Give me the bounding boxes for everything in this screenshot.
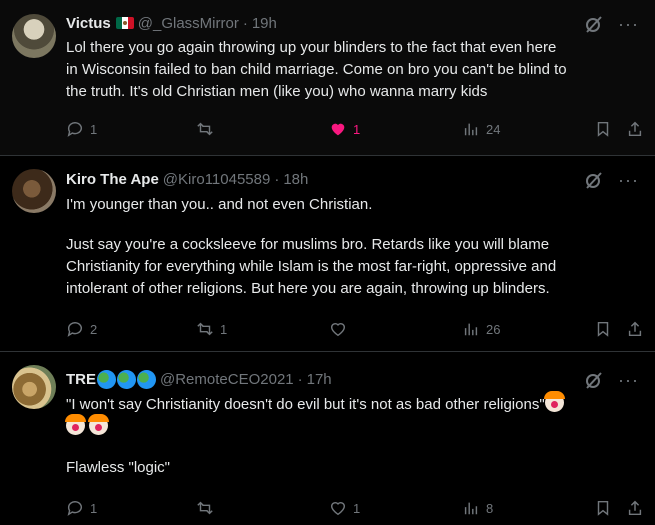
reply-button[interactable]: 1: [66, 120, 98, 138]
views-icon: [464, 502, 478, 515]
quote-text: "I won't say Christianity doesn't do evi…: [66, 396, 545, 413]
text-line: Lol there you go again throwing up your …: [66, 39, 557, 56]
tweet-actions: 1 1 8: [66, 499, 645, 519]
reply-icon: [67, 501, 82, 516]
like-button[interactable]: 1: [329, 120, 361, 138]
grok-icon[interactable]: [584, 14, 604, 34]
tweet-top-actions: ···: [584, 370, 639, 390]
bookmark-icon: [597, 321, 609, 337]
reply-button[interactable]: 2: [66, 320, 98, 338]
share-button[interactable]: [626, 320, 650, 338]
grok-icon[interactable]: [584, 370, 604, 390]
text-line: in Wisconsin failed to ban child marriag…: [66, 61, 567, 78]
tweet-header: TRE @RemoteCEO2021 · 17h: [66, 369, 332, 389]
reply-button[interactable]: 1: [66, 499, 98, 517]
mexico-flag-icon: [115, 17, 134, 29]
share-button[interactable]: [626, 499, 650, 517]
text-line: Flawless "logic": [66, 459, 171, 476]
tweet-top-actions: ···: [584, 14, 639, 34]
author-handle[interactable]: @Kiro11045589: [163, 171, 271, 188]
tweet-text: "I won't say Christianity doesn't do evi…: [65, 391, 641, 479]
views-button[interactable]: 24: [462, 120, 500, 138]
heart-filled-icon: [331, 123, 345, 136]
tweet-actions: 2 1 26: [66, 320, 645, 340]
views-button[interactable]: 8: [462, 499, 494, 517]
repost-icon: [197, 322, 213, 336]
views-icon: [464, 123, 478, 136]
text-line: Christianity for everything while Islam …: [66, 258, 557, 275]
reply-count: 2: [90, 321, 98, 337]
clown-emoji-icon: [543, 391, 565, 412]
globe-icon: [97, 369, 116, 389]
separator: ·: [242, 14, 248, 32]
author-name[interactable]: TRE: [66, 371, 96, 388]
tweet-actions: 1 1 24: [66, 120, 645, 140]
views-count: 8: [486, 500, 494, 516]
reply-count: 1: [90, 500, 98, 516]
avatar[interactable]: [12, 14, 56, 58]
tweet-text: I'm younger than you.. and not even Chri…: [66, 194, 641, 300]
emoji-line: [65, 414, 641, 439]
more-options-icon[interactable]: ···: [618, 15, 639, 33]
repost-button[interactable]: [196, 499, 228, 517]
heart-icon: [330, 502, 346, 516]
author-handle[interactable]: @RemoteCEO2021: [160, 371, 294, 388]
bookmark-icon: [597, 500, 609, 516]
like-count: 1: [353, 121, 361, 137]
like-count: 1: [353, 500, 361, 516]
bookmark-button[interactable]: [594, 320, 618, 338]
repost-icon: [197, 122, 213, 136]
reply-count: 1: [90, 121, 98, 137]
clown-emoji-icon: [88, 414, 110, 435]
bookmark-icon: [597, 121, 609, 137]
globe-icon: [117, 369, 136, 389]
heart-icon: [330, 323, 346, 337]
tweet-header: Victus @_GlassMirror · 19h: [66, 13, 277, 33]
repost-button[interactable]: [196, 120, 228, 138]
views-icon: [464, 323, 478, 336]
repost-icon: [197, 501, 213, 515]
globe-icon: [137, 369, 156, 389]
author-name[interactable]: Kiro The Ape: [66, 171, 159, 188]
views-button[interactable]: 26: [462, 320, 500, 338]
avatar[interactable]: [12, 365, 56, 409]
text-line: the truth. It's old Christian men (like …: [66, 83, 488, 100]
share-button[interactable]: [626, 120, 650, 138]
like-button[interactable]: [329, 320, 361, 338]
reply-icon: [67, 122, 82, 137]
tweet-text: Lol there you go again throwing up your …: [66, 37, 641, 103]
text-line: "I won't say Christianity doesn't do evi…: [66, 391, 641, 416]
author-handle[interactable]: @_GlassMirror: [138, 15, 239, 32]
grok-icon[interactable]: [584, 170, 604, 190]
tweet-top-actions: ···: [584, 170, 639, 190]
views-count: 26: [486, 321, 501, 337]
repost-count: 1: [220, 321, 228, 337]
more-options-icon[interactable]: ···: [618, 371, 639, 389]
separator: ·: [297, 370, 303, 388]
tweet-header: Kiro The Ape @Kiro11045589 · 18h: [66, 169, 308, 189]
clown-emoji-icon: [65, 414, 86, 435]
views-count: 24: [486, 121, 501, 137]
reply-icon: [67, 322, 82, 337]
bookmark-button[interactable]: [594, 499, 618, 517]
text-line: I'm younger than you.. and not even Chri…: [66, 196, 373, 213]
text-line: Just say you're a cocksleeve for muslims…: [66, 236, 550, 253]
repost-button[interactable]: 1: [196, 320, 228, 338]
share-icon: [628, 121, 642, 137]
separator: ·: [274, 170, 280, 188]
timestamp[interactable]: 19h: [252, 15, 277, 32]
bookmark-button[interactable]: [594, 120, 618, 138]
share-icon: [628, 500, 642, 516]
text-line: intolerant of other religions. But here …: [66, 280, 550, 297]
share-icon: [628, 321, 642, 337]
timestamp[interactable]: 18h: [283, 171, 308, 188]
like-button[interactable]: 1: [329, 499, 361, 517]
avatar[interactable]: [12, 169, 56, 213]
timestamp[interactable]: 17h: [307, 371, 332, 388]
author-name[interactable]: Victus: [66, 15, 111, 32]
more-options-icon[interactable]: ···: [618, 171, 639, 189]
